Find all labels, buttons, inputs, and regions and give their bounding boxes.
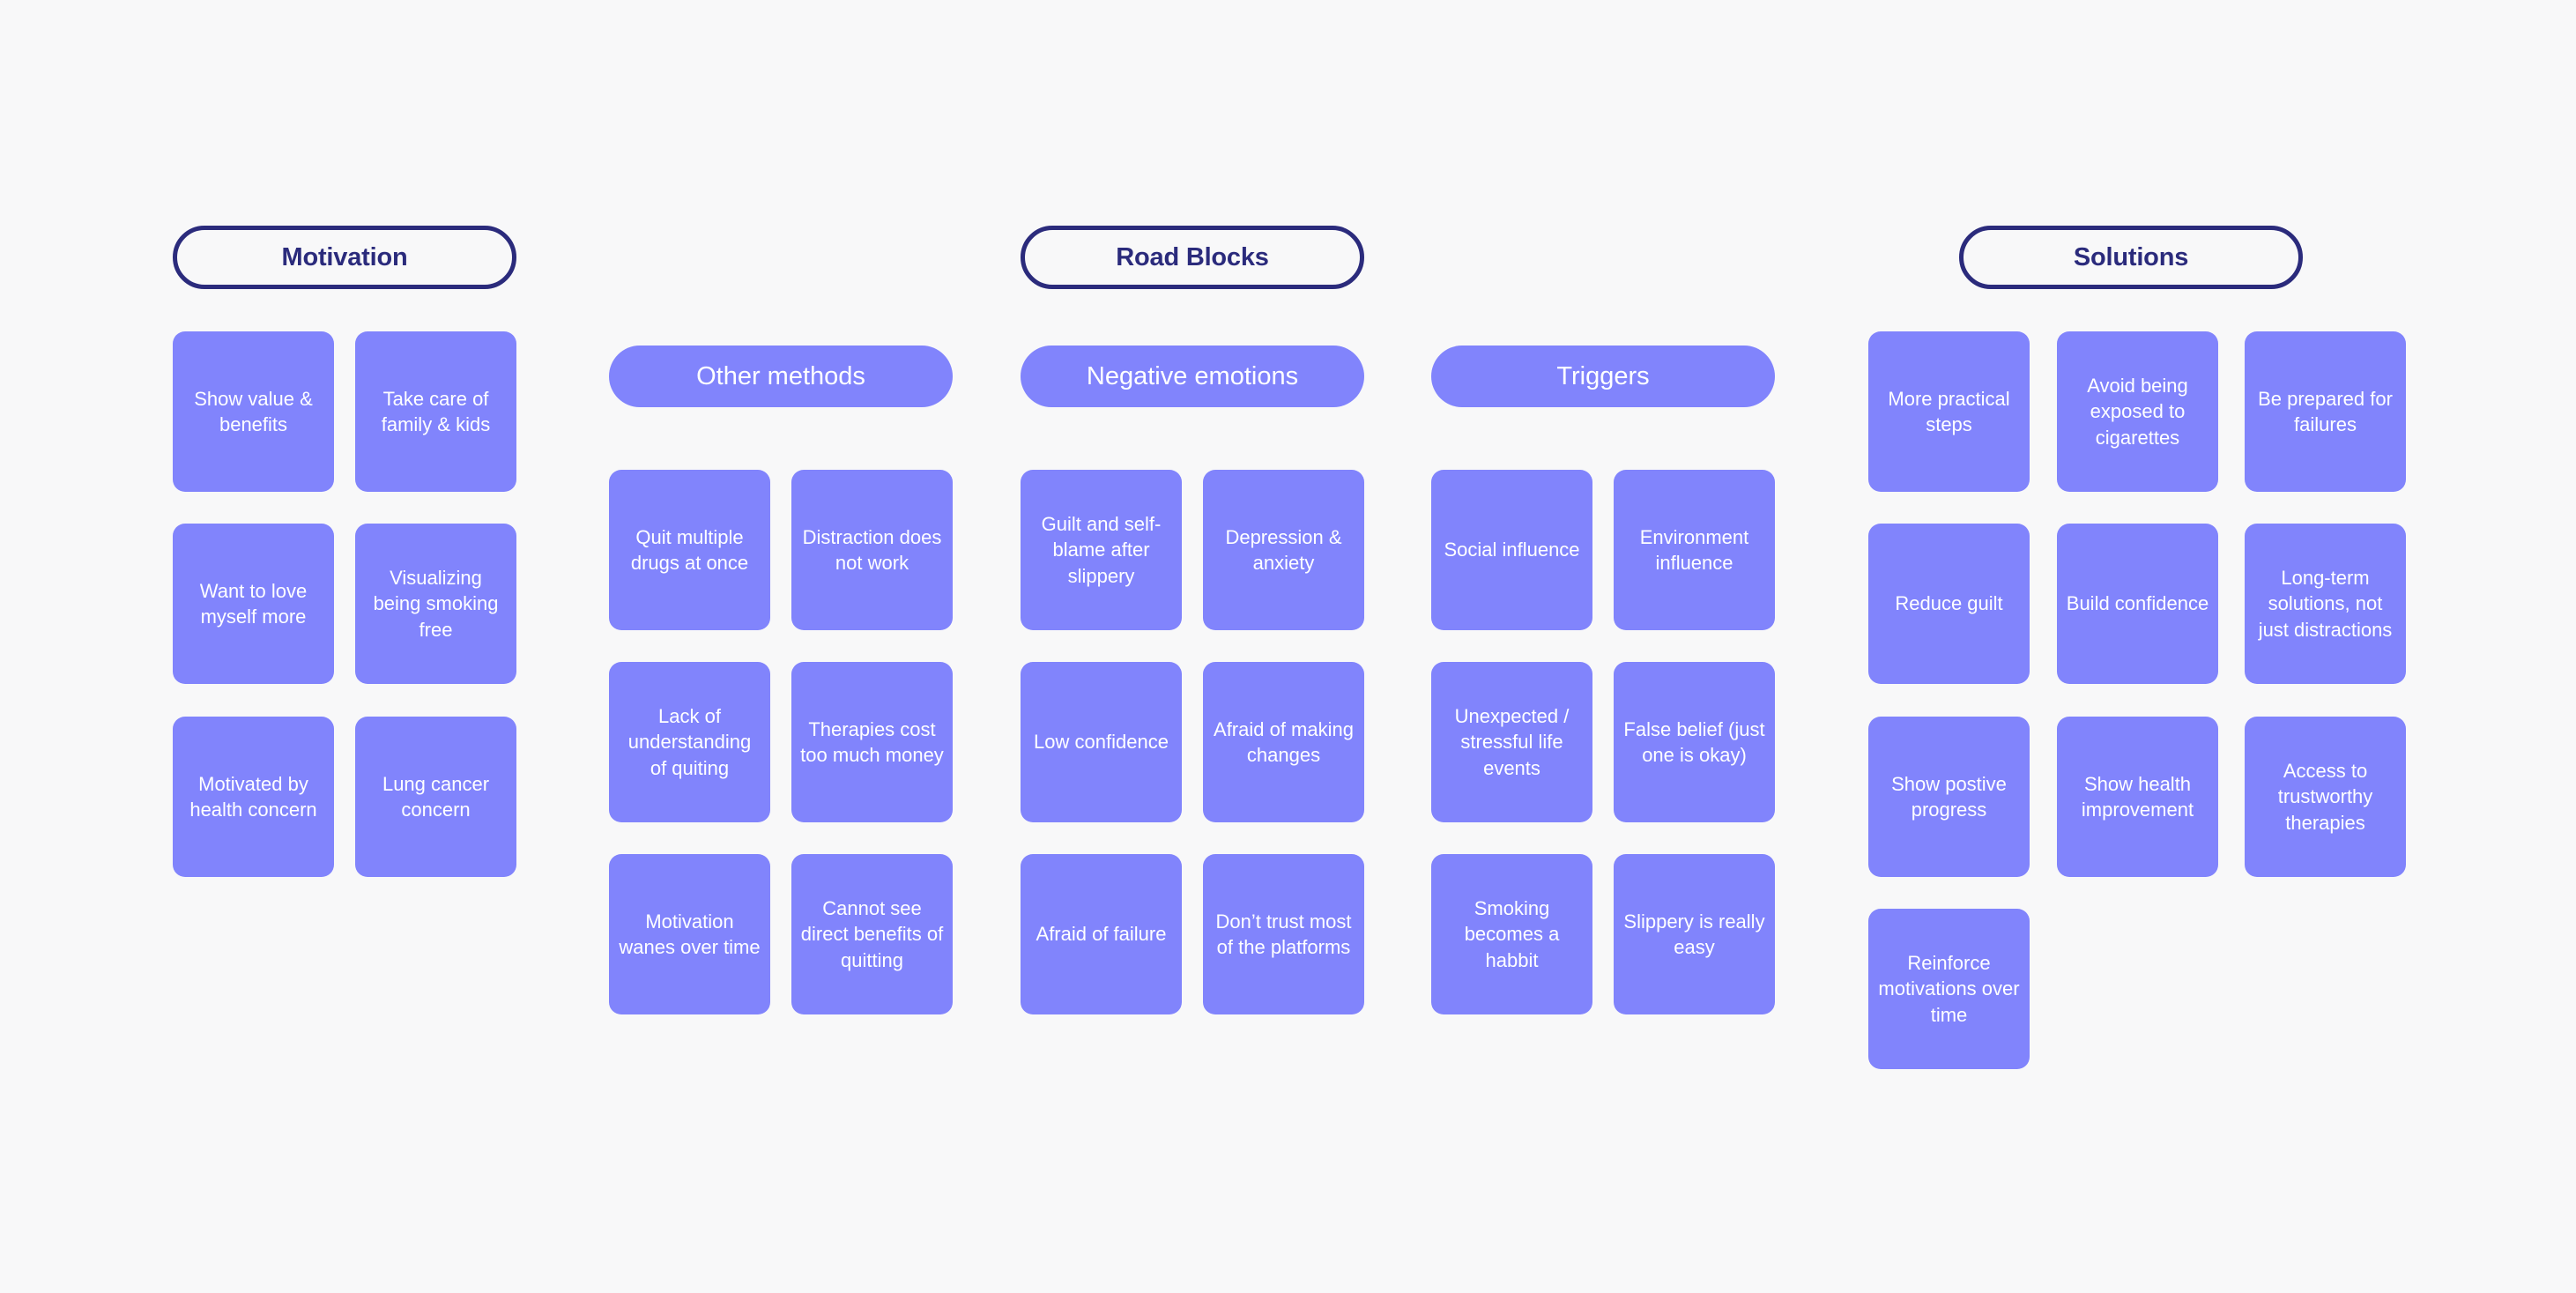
sticky-card[interactable]: Afraid of failure xyxy=(1021,854,1182,1014)
sticky-card[interactable]: Be prepared for failures xyxy=(2245,331,2406,492)
sticky-card-label: Lung cancer concern xyxy=(382,772,490,821)
sticky-card[interactable]: Avoid being exposed to cigarettes xyxy=(2057,331,2218,492)
sticky-card[interactable]: Environment influence xyxy=(1614,470,1775,630)
category-pill-label: Road Blocks xyxy=(1116,242,1269,271)
sticky-card-label: Cannot see direct benefits of quitting xyxy=(800,897,944,971)
sticky-card[interactable]: Quit multiple drugs at once xyxy=(609,470,770,630)
sticky-card[interactable]: Want to love myself more xyxy=(173,524,334,684)
sticky-card[interactable]: Take care of family & kids xyxy=(355,331,516,492)
group-pill-triggers[interactable]: Triggers xyxy=(1431,346,1775,407)
sticky-card[interactable]: Show value & benefits xyxy=(173,331,334,492)
sticky-card-label: Reduce guilt xyxy=(1895,592,2003,615)
sticky-card-label: Want to love myself more xyxy=(199,579,308,628)
sticky-card-label: Low confidence xyxy=(1034,731,1169,754)
sticky-card[interactable]: Unexpected / stressful life events xyxy=(1431,662,1592,822)
sticky-card-label: Show health improvement xyxy=(2081,772,2194,821)
group-pill-label: Other methods xyxy=(696,361,865,390)
sticky-card-label: Reinforce motivations over time xyxy=(1878,952,2020,1026)
sticky-card-label: Show postive progress xyxy=(1891,772,2007,821)
sticky-card-label: Build confidence xyxy=(2066,592,2209,615)
sticky-card-label: Show value & benefits xyxy=(194,387,313,435)
sticky-card-label: False belief (just one is okay) xyxy=(1623,717,1765,766)
sticky-card-label: Unexpected / stressful life events xyxy=(1454,705,1570,779)
sticky-card-label: Visualizing being smoking free xyxy=(373,567,499,641)
sticky-card[interactable]: Lung cancer concern xyxy=(355,717,516,877)
sticky-card-label: Motivated by health concern xyxy=(189,772,317,821)
sticky-card[interactable]: Build confidence xyxy=(2057,524,2218,684)
group-pill-other-methods[interactable]: Other methods xyxy=(609,346,953,407)
sticky-card-label: Environment influence xyxy=(1639,525,1749,574)
sticky-card-label: Therapies cost too much money xyxy=(800,717,944,766)
sticky-card[interactable]: Slippery is really easy xyxy=(1614,854,1775,1014)
sticky-card-label: Be prepared for failures xyxy=(2258,387,2393,435)
sticky-card[interactable]: Don’t trust most of the platforms xyxy=(1203,854,1364,1014)
affinity-diagram-board: Motivation Show value & benefits Take ca… xyxy=(0,0,2576,1293)
sticky-card-label: Afraid of making changes xyxy=(1214,717,1354,766)
sticky-card-label: Access to trustworthy therapies xyxy=(2277,760,2373,834)
sticky-card[interactable]: Guilt and self-blame after slippery xyxy=(1021,470,1182,630)
sticky-card[interactable]: Long-term solutions, not just distractio… xyxy=(2245,524,2406,684)
category-pill-label: Solutions xyxy=(2073,242,2189,271)
sticky-card-label: Lack of understanding of quiting xyxy=(627,705,752,779)
sticky-card[interactable]: Motivation wanes over time xyxy=(609,854,770,1014)
group-pill-label: Triggers xyxy=(1556,361,1650,390)
sticky-card-label: Smoking becomes a habbit xyxy=(1464,897,1560,971)
sticky-card[interactable]: False belief (just one is okay) xyxy=(1614,662,1775,822)
sticky-card-label: Distraction does not work xyxy=(802,525,942,574)
category-pill-solutions[interactable]: Solutions xyxy=(1959,226,2303,289)
sticky-card[interactable]: Depression & anxiety xyxy=(1203,470,1364,630)
sticky-card[interactable]: Show health improvement xyxy=(2057,717,2218,877)
sticky-card[interactable]: Smoking becomes a habbit xyxy=(1431,854,1592,1014)
sticky-card[interactable]: Reinforce motivations over time xyxy=(1868,909,2030,1069)
category-pill-label: Motivation xyxy=(281,242,408,271)
sticky-card-label: Motivation wanes over time xyxy=(619,910,761,958)
sticky-card-label: Guilt and self-blame after slippery xyxy=(1041,513,1162,587)
sticky-card-label: Quit multiple drugs at once xyxy=(630,525,749,574)
sticky-card-label: Social influence xyxy=(1444,539,1580,561)
group-pill-negative-emotions[interactable]: Negative emotions xyxy=(1021,346,1364,407)
group-pill-label: Negative emotions xyxy=(1086,361,1299,390)
sticky-card[interactable]: Access to trustworthy therapies xyxy=(2245,717,2406,877)
sticky-card[interactable]: Motivated by health concern xyxy=(173,717,334,877)
sticky-card-label: Depression & anxiety xyxy=(1225,525,1342,574)
sticky-card[interactable]: Therapies cost too much money xyxy=(791,662,953,822)
sticky-card[interactable]: Distraction does not work xyxy=(791,470,953,630)
sticky-card-label: Afraid of failure xyxy=(1036,923,1167,946)
category-pill-motivation[interactable]: Motivation xyxy=(173,226,516,289)
sticky-card-label: Avoid being exposed to cigarettes xyxy=(2087,375,2188,449)
sticky-card-label: Take care of family & kids xyxy=(381,387,491,435)
category-pill-road-blocks[interactable]: Road Blocks xyxy=(1021,226,1364,289)
sticky-card-label: Long-term solutions, not just distractio… xyxy=(2258,567,2393,641)
sticky-card[interactable]: Lack of understanding of quiting xyxy=(609,662,770,822)
sticky-card-label: Don’t trust most of the platforms xyxy=(1215,910,1352,958)
sticky-card[interactable]: Reduce guilt xyxy=(1868,524,2030,684)
sticky-card[interactable]: Visualizing being smoking free xyxy=(355,524,516,684)
sticky-card[interactable]: Low confidence xyxy=(1021,662,1182,822)
sticky-card-label: More practical steps xyxy=(1888,387,2010,435)
sticky-card[interactable]: More practical steps xyxy=(1868,331,2030,492)
sticky-card[interactable]: Show postive progress xyxy=(1868,717,2030,877)
sticky-card[interactable]: Social influence xyxy=(1431,470,1592,630)
sticky-card[interactable]: Cannot see direct benefits of quitting xyxy=(791,854,953,1014)
sticky-card-label: Slippery is really easy xyxy=(1623,910,1765,958)
sticky-card[interactable]: Afraid of making changes xyxy=(1203,662,1364,822)
